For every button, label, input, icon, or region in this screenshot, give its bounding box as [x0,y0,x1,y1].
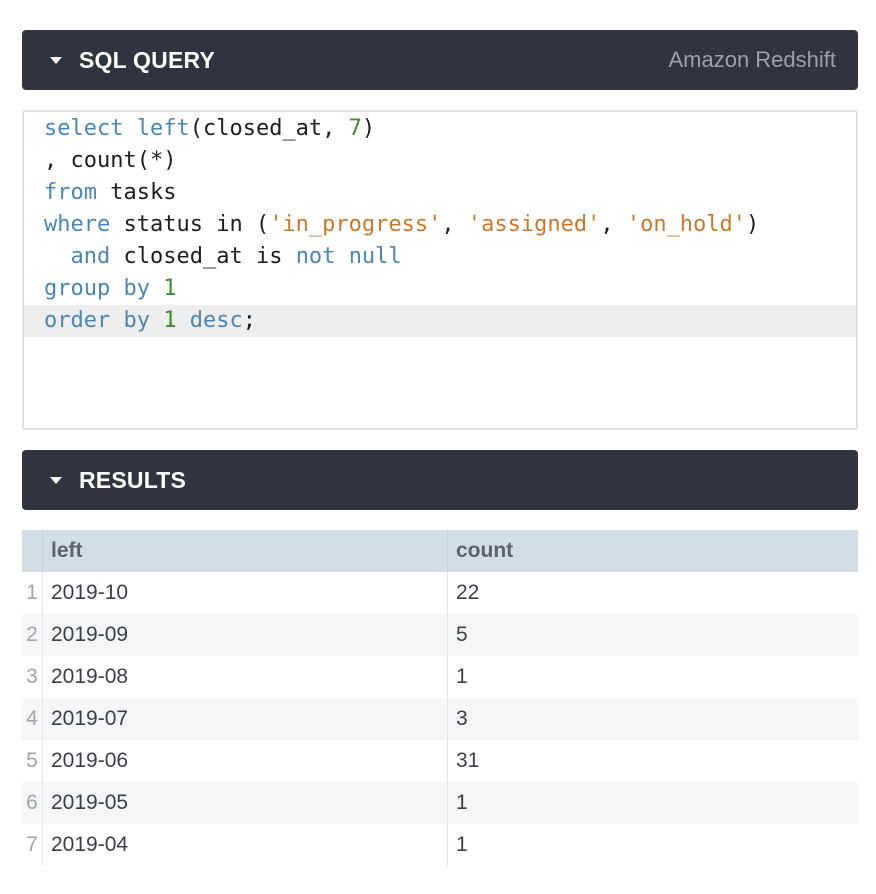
cell-count: 22 [447,572,858,614]
row-number: 7 [22,824,43,866]
code-token: tasks [96,180,177,205]
cell-count: 5 [447,614,858,656]
code-token: , [441,212,468,237]
code-token: , count(*) [44,148,177,173]
cell-count: 31 [447,740,858,782]
code-token: closed_at is [110,244,296,269]
code-line[interactable]: where status in ('in_progress', 'assigne… [24,209,856,241]
code-token: 'in_progress' [269,212,442,237]
cell-left: 2019-10 [42,572,448,614]
code-token: desc [189,308,243,333]
cell-left: 2019-04 [42,824,448,866]
cell-left: 2019-06 [42,740,448,782]
results-header[interactable]: RESULTS [22,450,858,510]
cell-left: 2019-07 [42,698,448,740]
row-number: 3 [22,656,43,698]
code-line[interactable]: from tasks [24,177,856,209]
caret-down-icon[interactable] [50,477,62,484]
code-token: not [295,244,336,269]
code-token: 'assigned' [467,212,601,237]
code-token: null [348,244,402,269]
code-line[interactable]: and closed_at is not null [24,241,856,273]
code-token: order by [44,308,150,333]
table-row[interactable]: 5 2019-06 31 [22,740,858,782]
cell-count: 1 [447,656,858,698]
row-number-header [22,530,43,572]
sql-editor[interactable]: select left(closed_at, 7) , count(*) from … [22,110,858,430]
cell-count: 1 [447,824,858,866]
table-row[interactable]: 6 2019-05 1 [22,782,858,824]
code-token: 1 [163,308,177,333]
table-row[interactable]: 7 2019-04 1 [22,824,858,866]
row-number: 1 [22,572,43,614]
results-header-row: left count [22,530,858,572]
code-token: select [44,116,124,141]
code-token: from [44,180,97,205]
column-header-left[interactable]: left [42,530,448,572]
code-token: left [136,116,190,141]
table-row[interactable]: 3 2019-08 1 [22,656,858,698]
row-number: 4 [22,698,43,740]
row-number: 2 [22,614,43,656]
code-token: group by [44,276,150,301]
code-token: 1 [163,276,177,301]
code-token: and [70,244,111,269]
code-token: ) [746,212,760,237]
table-row[interactable]: 4 2019-07 3 [22,698,858,740]
sql-query-header[interactable]: SQL QUERY Amazon Redshift [22,30,858,90]
code-token: ) [361,116,376,141]
table-row[interactable]: 1 2019-10 22 [22,572,858,614]
caret-down-icon[interactable] [50,57,62,64]
results-table: left count 1 2019-10 22 2 2019-09 5 3 2019-08 1 4… [22,530,858,866]
code-token: 7 [348,116,362,141]
code-token: (closed_at, [189,116,349,141]
engine-label: Amazon Redshift [668,47,836,72]
code-line[interactable]: order by 1 desc; [24,305,856,337]
cell-left: 2019-08 [42,656,448,698]
code-token: status in ( [110,212,270,237]
column-header-count[interactable]: count [447,530,858,572]
row-number: 6 [22,782,43,824]
sql-query-title: SQL QUERY [79,46,215,73]
cell-count: 3 [447,698,858,740]
code-line[interactable]: group by 1 [24,273,856,305]
code-body[interactable]: select left(closed_at, 7) , count(*) from … [24,112,856,337]
code-line[interactable]: select left(closed_at, 7) [24,113,856,145]
code-token: 'on_hold' [626,212,747,237]
results-title: RESULTS [79,466,187,493]
code-token: , [600,212,627,237]
table-row[interactable]: 2 2019-09 5 [22,614,858,656]
row-number: 5 [22,740,43,782]
cell-left: 2019-09 [42,614,448,656]
code-line[interactable]: , count(*) [24,145,856,177]
code-token: where [44,212,111,237]
code-token: ; [242,308,256,333]
cell-count: 1 [447,782,858,824]
cell-left: 2019-05 [42,782,448,824]
